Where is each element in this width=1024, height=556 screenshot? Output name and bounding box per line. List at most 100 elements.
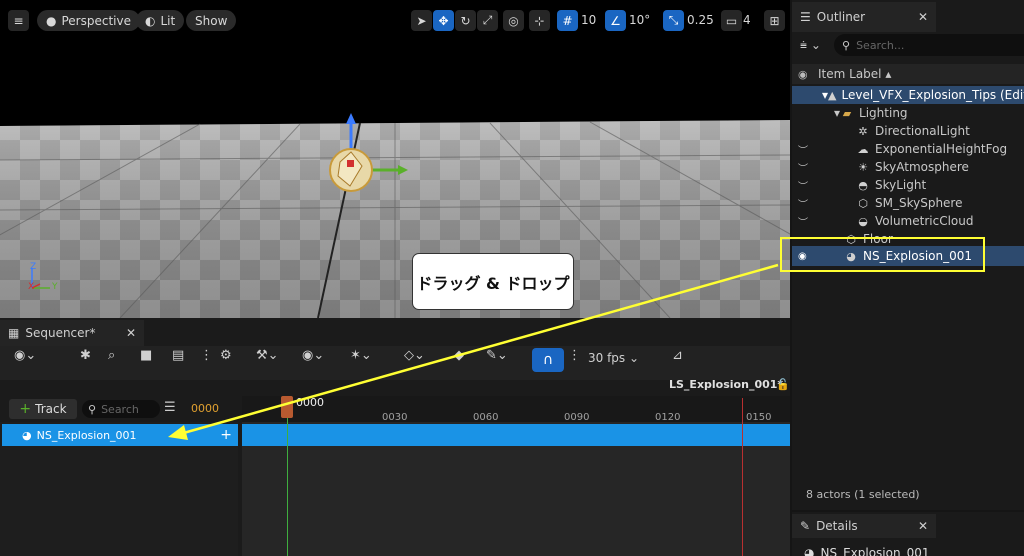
render-icon[interactable]: ▤	[172, 348, 184, 363]
playback-options-icon[interactable]: ✶⌄	[350, 348, 372, 363]
track-search[interactable]: ⚲ Search	[82, 400, 160, 418]
world-icon[interactable]: ◉⌄	[14, 348, 36, 363]
camera-speed-value: 4	[743, 13, 751, 27]
lit-button[interactable]: ◐ Lit	[136, 10, 185, 31]
wrench-icon[interactable]: ⚒⌄	[256, 348, 279, 363]
end-marker	[742, 398, 743, 556]
rotate-mode-button[interactable]: ↻	[455, 10, 476, 31]
globe-icon: ◎	[508, 13, 519, 28]
camera-speed-button[interactable]: ▭	[721, 10, 742, 31]
playhead-line	[287, 418, 288, 556]
move-icon: ✥	[438, 13, 449, 28]
filter-icon: ⩧	[800, 38, 808, 52]
show-button[interactable]: Show	[186, 10, 237, 31]
more-icon[interactable]: ⋮	[200, 348, 213, 363]
curve-editor-icon[interactable]: ⊿	[672, 348, 683, 363]
outliner-item-lighting[interactable]: ▾ ▰ Lighting	[792, 104, 1024, 122]
outliner-icon: ☰	[800, 10, 811, 24]
details-selected-actor: ◕ NS_Explosion_001	[804, 546, 930, 556]
outliner-item-volumetric-cloud[interactable]: ︶ ◒ VolumetricCloud	[792, 212, 1024, 230]
transform-gizmo[interactable]	[320, 110, 410, 200]
eye-closed-icon[interactable]: ︶	[798, 142, 812, 157]
surface-snap-icon: ⊹	[534, 13, 545, 28]
current-frame[interactable]: 0000	[191, 402, 219, 415]
level-icon: ▲	[828, 88, 837, 102]
translate-mode-button[interactable]: ✥	[433, 10, 454, 31]
filter-icon[interactable]: ☰	[164, 400, 176, 415]
eye-icon: ◉	[798, 67, 808, 81]
eye-closed-icon[interactable]: ︶	[798, 196, 812, 211]
perspective-button[interactable]: ● Perspective	[37, 10, 140, 31]
camera-icon[interactable]: ■	[140, 348, 152, 363]
maximize-viewport-button[interactable]: ⊞	[764, 10, 785, 31]
pen-icon[interactable]: ✎⌄	[486, 348, 508, 363]
magnet-icon: ∩	[542, 352, 554, 368]
axis-x-label: X	[28, 282, 35, 292]
snap-toggle[interactable]: ∩	[532, 348, 564, 372]
outliner-item-directional-light[interactable]: ✲ DirectionalLight	[792, 122, 1024, 140]
scale-mode-button[interactable]: ⤢	[477, 10, 498, 31]
pencil-icon: ✎	[800, 519, 811, 533]
close-icon[interactable]: ✕	[126, 326, 136, 340]
coordinate-space-button[interactable]: ◎	[503, 10, 524, 31]
chevron-down-icon: ⌄	[810, 38, 821, 52]
surface-snap-button[interactable]: ⊹	[529, 10, 550, 31]
track-section-bar[interactable]	[242, 424, 790, 446]
outliner-item-sky-atmosphere[interactable]: ︶ ☀ SkyAtmosphere	[792, 158, 1024, 176]
eye-closed-icon[interactable]: ︶	[798, 160, 812, 175]
eye-closed-icon[interactable]: ︶	[798, 214, 812, 229]
lit-icon: ◐	[145, 13, 156, 28]
scale-snap-value[interactable]: 0.25	[687, 13, 714, 27]
view-options-icon[interactable]: ◉⌄	[302, 348, 324, 363]
search-icon: ⚲	[88, 402, 97, 416]
outliner-item-sky-sphere[interactable]: ︶ ⬡ SM_SkySphere	[792, 194, 1024, 212]
sequencer-panel: ▦ Sequencer* ✕ ◉⌄ ✱ ⌕ ■ ▤ ⋮ ⚙ ⚒⌄ ◉⌄ ✶⌄ ◇…	[0, 318, 790, 556]
details-panel: ✎ Details ✕ ◕ NS_Explosion_001	[792, 512, 1024, 556]
grid-snap-toggle[interactable]: #	[557, 10, 578, 31]
chevron-down-icon: ⌄	[629, 351, 640, 365]
hamburger-icon: ≡	[13, 13, 24, 28]
cursor-icon: ➤	[416, 13, 427, 28]
details-tab[interactable]: ✎ Details ✕	[792, 514, 936, 538]
search-icon: ⚲	[842, 38, 851, 52]
cinematic-icon[interactable]: ⚙	[220, 348, 232, 363]
lock-icon[interactable]: 🔓	[776, 378, 790, 391]
add-actor-icon[interactable]: ✱	[80, 348, 91, 363]
niagara-system-icon: ◕	[804, 546, 815, 556]
fps-dropdown[interactable]: 30 fps ⌄	[588, 351, 639, 365]
outliner-item-level[interactable]: ▾ ▲ Level_VFX_Explosion_Tips (Editor)	[792, 86, 1024, 104]
sky-atmosphere-icon: ☀	[858, 160, 868, 174]
diamond-icon[interactable]: ◆	[454, 348, 464, 363]
outliner-header[interactable]: ◉ Item Label ▴	[792, 64, 1024, 84]
add-subtrack-icon[interactable]: +	[220, 427, 232, 443]
time-ruler[interactable]	[242, 396, 790, 422]
viewport-menu-button[interactable]: ≡	[8, 10, 29, 31]
axis-z-label: Z	[30, 262, 37, 272]
filter-button[interactable]: ⩧ ⌄	[800, 38, 821, 53]
playhead-handle[interactable]	[281, 396, 293, 418]
sky-light-icon: ◓	[858, 178, 868, 192]
axis-y-label: Y	[52, 282, 58, 292]
close-icon[interactable]: ✕	[918, 10, 928, 24]
grid-icon: #	[562, 13, 573, 28]
eye-closed-icon[interactable]: ︶	[798, 178, 812, 193]
close-icon[interactable]: ✕	[918, 519, 928, 533]
sequencer-tab[interactable]: ▦ Sequencer* ✕	[0, 320, 144, 346]
key-icon[interactable]: ◇⌄	[404, 348, 425, 363]
outliner-search[interactable]: ⚲ Search...	[834, 34, 1024, 56]
scale-snap-toggle[interactable]: ⤡	[663, 10, 684, 31]
rotation-snap-toggle[interactable]: ∠	[605, 10, 626, 31]
find-icon[interactable]: ⌕	[108, 348, 115, 363]
sequence-name: LS_Explosion_001*	[669, 378, 784, 391]
track-row-ns-explosion[interactable]: ◕ NS_Explosion_001 +	[2, 424, 238, 446]
add-track-button[interactable]: + Track	[9, 399, 77, 419]
outliner-item-height-fog[interactable]: ︶ ☁ ExponentialHeightFog	[792, 140, 1024, 158]
rotation-snap-value[interactable]: 10°	[629, 13, 650, 27]
select-mode-button[interactable]: ➤	[411, 10, 432, 31]
more-icon[interactable]: ⋮	[568, 348, 581, 363]
outliner-tab[interactable]: ☰ Outliner ✕	[792, 2, 936, 32]
plus-icon: +	[19, 401, 32, 417]
grid-snap-value[interactable]: 10	[581, 13, 596, 27]
outliner-item-sky-light[interactable]: ︶ ◓ SkyLight	[792, 176, 1024, 194]
level-viewport[interactable]: ≡ ● Perspective ◐ Lit Show ➤ ✥ ↻ ⤢ ◎ ⊹ #…	[0, 0, 790, 318]
